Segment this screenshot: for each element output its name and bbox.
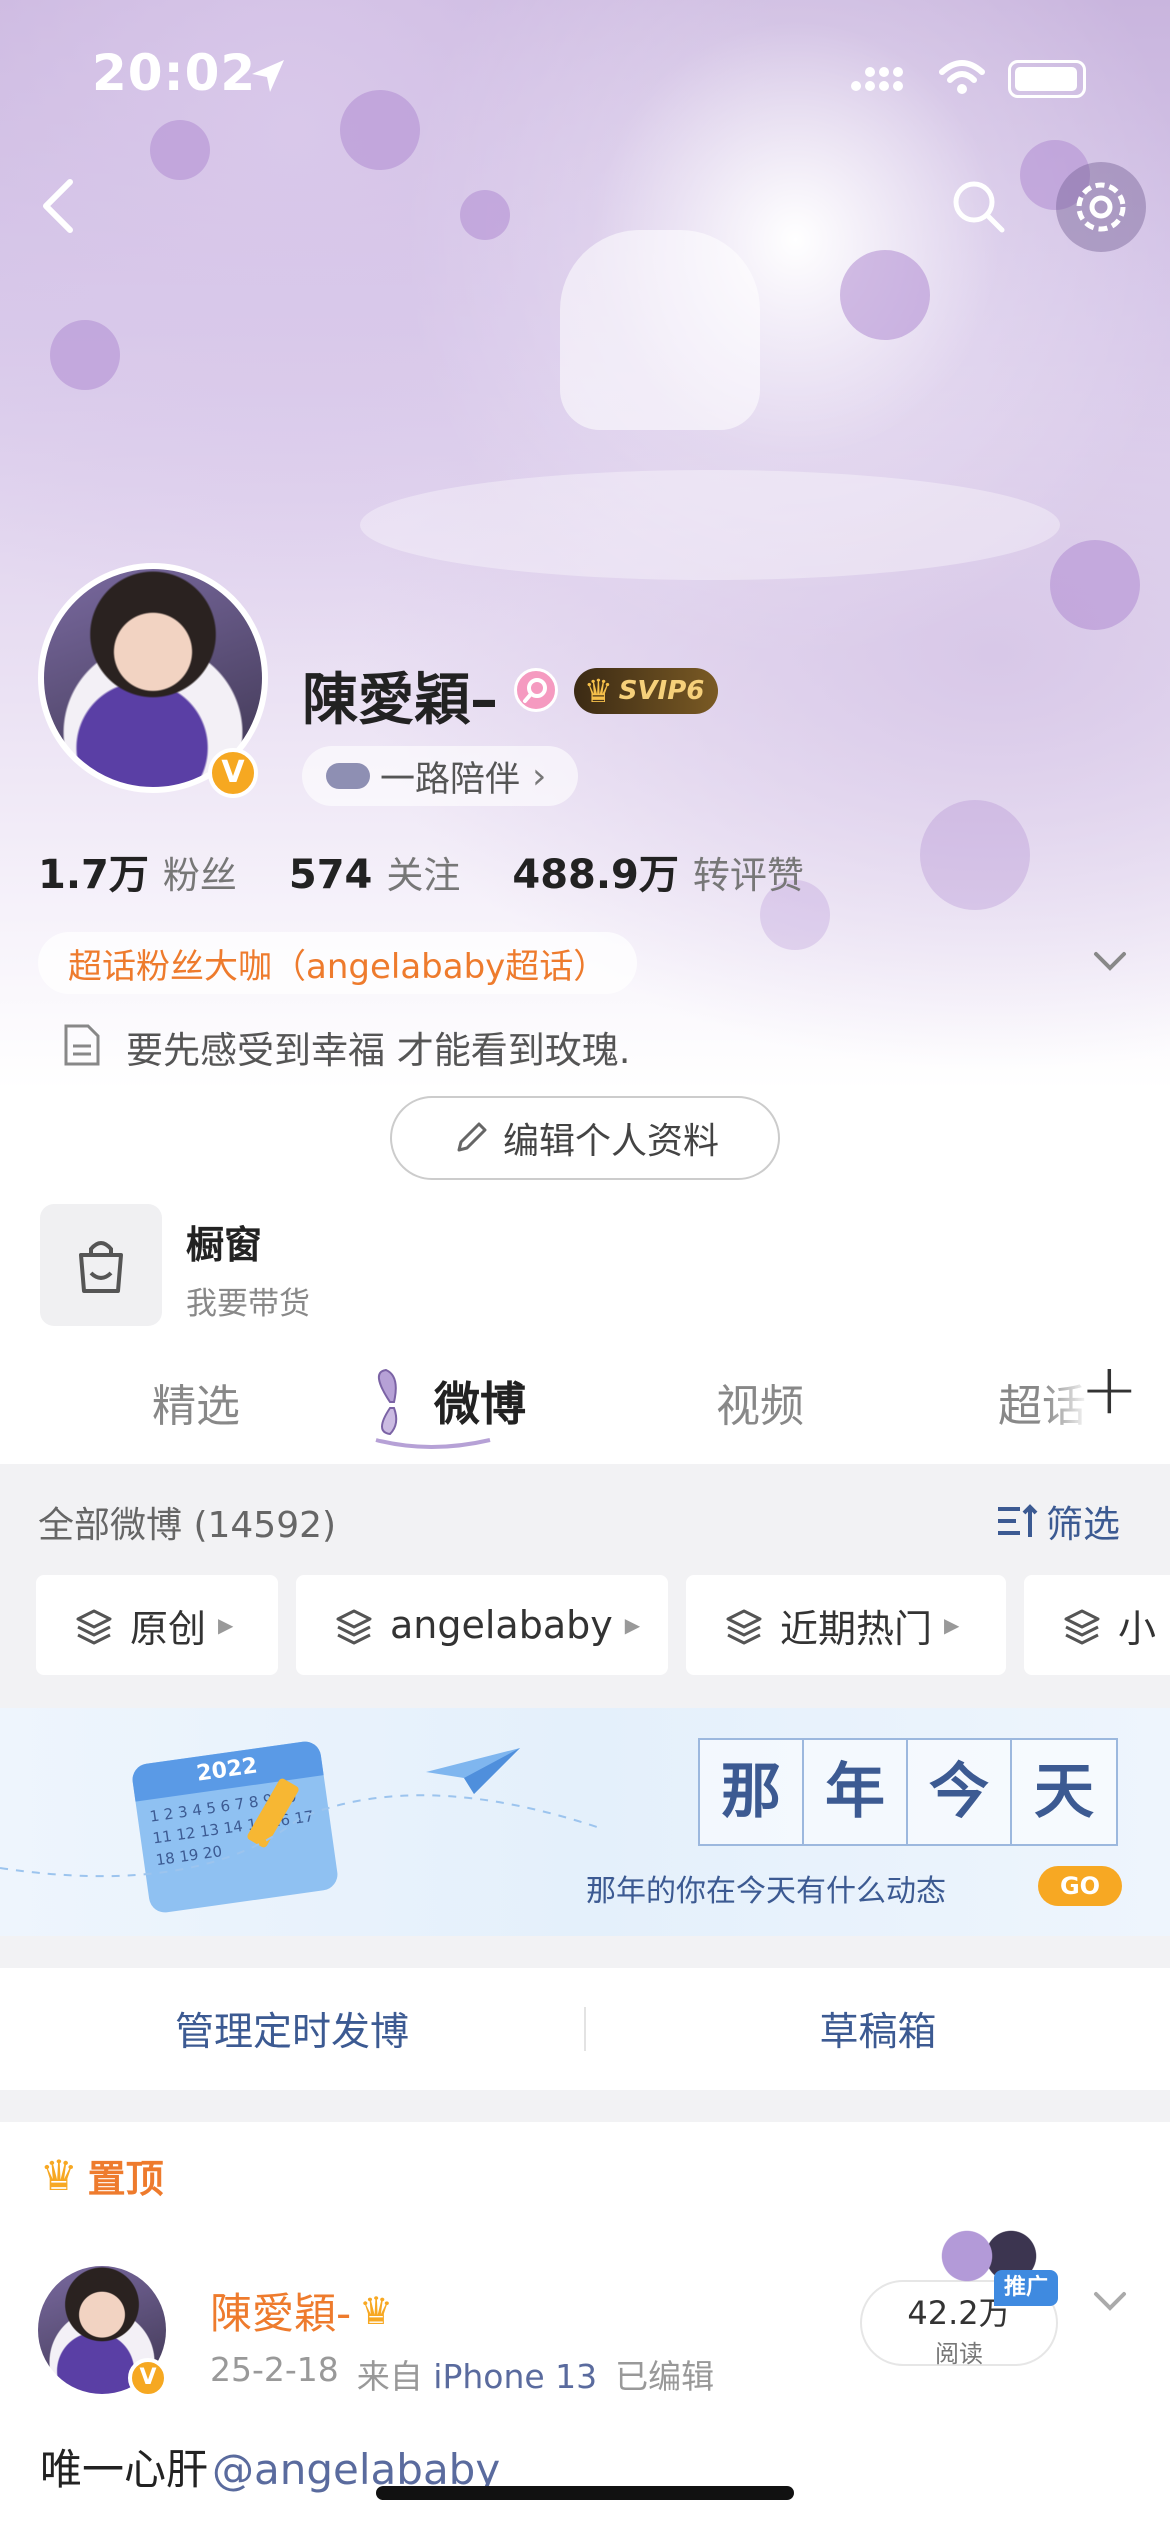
pinned-label-row: ♛ 置顶 <box>40 2148 164 2203</box>
filter-chip-label: 近期热门 <box>780 1606 933 1651</box>
status-time: 20:02 <box>92 44 257 102</box>
battery-icon <box>1008 60 1086 98</box>
settings-button[interactable] <box>1056 162 1146 252</box>
chevron-down-icon[interactable] <box>1090 946 1130 976</box>
layers-icon <box>726 1609 762 1645</box>
verified-badge-icon: V <box>208 748 258 798</box>
svip-badge[interactable]: ♛ SVIP6 <box>574 668 718 714</box>
layers-icon <box>336 1609 372 1645</box>
tab-video[interactable]: 视频 <box>716 1370 804 1434</box>
chevron-down-icon[interactable] <box>1090 2286 1130 2316</box>
signal-icon <box>851 67 903 91</box>
drafts-button[interactable]: 草稿箱 <box>586 2001 1170 2057</box>
interactions-label: 转评赞 <box>692 854 804 897</box>
chevron-right-icon: › <box>532 755 547 797</box>
filter-chip-label: 原创 <box>130 1606 207 1651</box>
tab-weibo[interactable]: 微博 <box>434 1368 526 1434</box>
fans-label: 粉丝 <box>162 854 237 897</box>
edit-profile-label: 编辑个人资料 <box>502 1121 719 1162</box>
caret-right-icon: ▶ <box>944 1613 960 1637</box>
scheduled-posts-button[interactable]: 管理定时发博 <box>0 2001 584 2057</box>
crown-icon: ♛ <box>584 672 613 710</box>
verified-badge-icon: V <box>128 2358 168 2398</box>
gear-icon <box>1076 182 1126 232</box>
companion-pill[interactable]: 一路陪伴 › <box>302 746 578 806</box>
promo-tag: 推广 <box>994 2270 1058 2306</box>
following-count: 574 <box>288 852 373 898</box>
memory-title-char: 今 <box>908 1740 1012 1844</box>
stat-interactions[interactable]: 488.9万 转评赞 <box>512 842 804 900</box>
post-meta-row: 25-2-18 来自 iPhone 13 已编辑 <box>210 2350 714 2398</box>
memory-title-grid: 那 年 今 天 <box>698 1738 1118 1846</box>
super-topic-icon[interactable] <box>514 668 558 712</box>
profile-bio: 要先感受到幸福 才能看到玫瑰. <box>126 1029 631 1072</box>
post-date: 25-2-18 <box>210 2350 339 2389</box>
layers-icon <box>76 1609 112 1645</box>
memory-title-char: 天 <box>1034 1757 1094 1827</box>
shop-window-title[interactable]: 橱窗 <box>186 1214 262 1269</box>
interactions-count: 488.9万 <box>512 852 679 898</box>
profile-name: 陳愛穎– <box>302 668 498 733</box>
memory-go-button[interactable]: GO <box>1038 1866 1122 1906</box>
sort-filter-icon <box>998 1504 1038 1537</box>
filter-label: 筛选 <box>1046 1503 1120 1546</box>
home-indicator[interactable] <box>376 2486 794 2500</box>
post-text-body: 唯一心肝 <box>40 2445 209 2494</box>
companion-label: 一路陪伴 <box>380 759 521 800</box>
caret-right-icon: ▶ <box>624 1613 641 1637</box>
post-author-name[interactable]: 陳愛穎- <box>210 2280 351 2341</box>
profile-cover-banner <box>0 0 1170 1090</box>
pinned-label: 置顶 <box>87 2157 164 2201</box>
post-edited-label: 已编辑 <box>615 2357 715 2396</box>
pencil-icon <box>457 1122 487 1152</box>
memory-title-char: 年 <box>804 1740 908 1844</box>
location-arrow-icon <box>252 60 284 92</box>
back-arrow-icon[interactable] <box>34 176 84 236</box>
super-topic-tag-label: 超话粉丝大咖（angelababy超话） <box>68 946 608 987</box>
filter-chip-angelababy[interactable]: angelababy ▶ <box>296 1575 668 1675</box>
tab-featured[interactable]: 精选 <box>152 1370 240 1434</box>
filter-chip-recent-hot[interactable]: 近期热门 ▶ <box>686 1575 1006 1675</box>
post-source-prefix: 来自 <box>356 2357 423 2396</box>
tab-super-topic[interactable]: 超话 <box>998 1370 1090 1434</box>
crown-icon: ♛ <box>40 2150 78 2200</box>
edit-profile-button[interactable]: 编辑个人资料 <box>390 1096 780 1180</box>
document-icon <box>64 1024 100 1066</box>
stats-row: 1.7万 粉丝 574 关注 488.9万 转评赞 <box>38 842 804 900</box>
shopping-bag-icon <box>79 1241 123 1293</box>
filter-chip-label: 小 <box>1118 1606 1157 1651</box>
svip-label: SVIP6 <box>618 676 705 706</box>
stat-following[interactable]: 574 关注 <box>289 845 461 899</box>
post-source: iPhone 13 <box>433 2357 598 2396</box>
actions-row: 管理定时发博 草稿箱 <box>0 1968 1170 2090</box>
memory-banner[interactable]: 2022 1 2 3 4 5 6 7 8 9 10 11 12 13 14 15… <box>0 1708 1170 1936</box>
shop-window-icon-box[interactable] <box>40 1204 162 1326</box>
memory-title-char: 那 <box>700 1740 804 1844</box>
deer-illustration <box>560 230 760 430</box>
cloud-icon <box>326 763 370 789</box>
search-icon[interactable] <box>948 176 1008 236</box>
following-label: 关注 <box>386 854 461 897</box>
super-topic-tag[interactable]: 超话粉丝大咖（angelababy超话） <box>38 932 638 994</box>
vip-crown-icon: ♛ <box>359 2288 394 2333</box>
filter-chip-original[interactable]: 原创 ▶ <box>36 1575 278 1675</box>
filter-chip-label: angelababy <box>390 1603 613 1647</box>
fans-count: 1.7万 <box>38 852 149 898</box>
filter-chip-more[interactable]: 小 <box>1024 1575 1170 1675</box>
add-tab-icon[interactable]: + <box>1080 1354 1139 1424</box>
layers-icon <box>1064 1609 1100 1645</box>
shop-window-subtitle: 我要带货 <box>186 1286 310 1322</box>
feed-count-label: 全部微博 (14592) <box>38 1505 337 1546</box>
post-reads-label: 阅读 <box>935 2340 983 2368</box>
memory-subtitle: 那年的你在今天有什么动态 <box>586 1874 946 1909</box>
caret-right-icon: ▶ <box>218 1613 234 1637</box>
wifi-icon <box>939 60 985 94</box>
post-author-row: 陳愛穎- ♛ <box>210 2280 393 2341</box>
filter-button[interactable]: 筛选 <box>996 1494 1120 1548</box>
stat-fans[interactable]: 1.7万 粉丝 <box>38 842 237 900</box>
